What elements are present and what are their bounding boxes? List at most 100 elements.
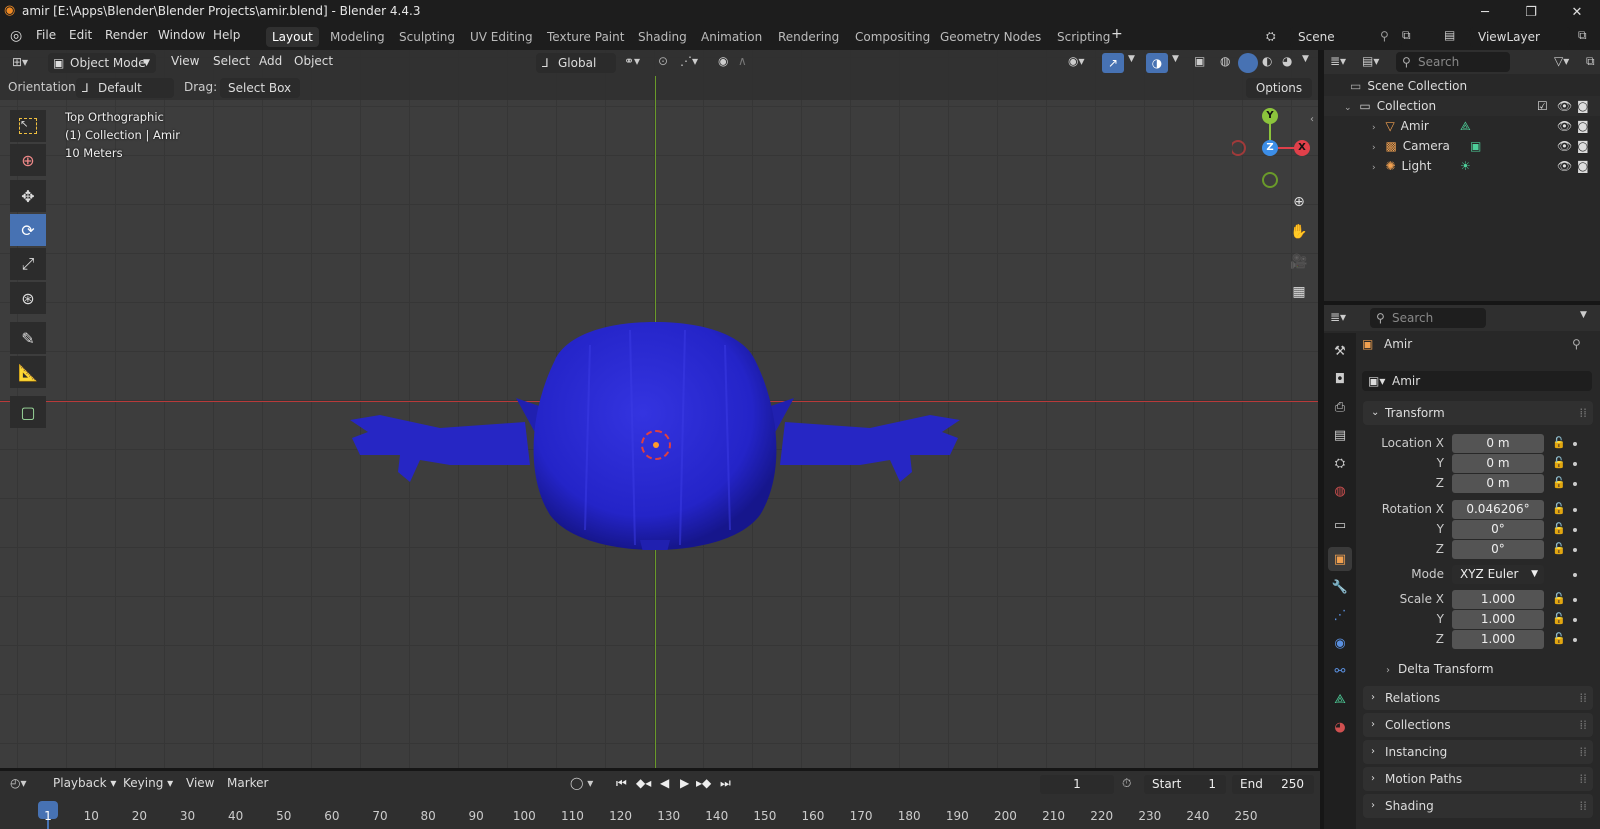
tab-animation[interactable]: Animation	[695, 27, 768, 47]
rotation-z-field[interactable]: 0°	[1452, 540, 1544, 559]
instancing-panel-header[interactable]: › Instancing ⁞⁞	[1363, 740, 1593, 764]
gizmo-y-axis[interactable]: Y	[1262, 108, 1278, 124]
location-x-field[interactable]: 0 m	[1452, 434, 1544, 453]
output-tab-icon[interactable]: ⎙	[1328, 395, 1352, 419]
new-view-layer-icon[interactable]: ⧉	[1578, 28, 1587, 43]
collections-panel-header[interactable]: › Collections ⁞⁞	[1363, 713, 1593, 737]
menu-edit[interactable]: Edit	[66, 28, 95, 42]
tab-geometry-nodes[interactable]: Geometry Nodes	[934, 27, 1047, 47]
overlays-toggle-icon[interactable]: ◑	[1146, 53, 1168, 73]
gizmo-toggle-icon[interactable]: ↗	[1102, 53, 1124, 73]
material-tab-icon[interactable]: ◕	[1328, 715, 1352, 739]
material-shading-icon[interactable]: ◐	[1262, 54, 1272, 68]
display-mode-icon[interactable]: ▤▾	[1362, 54, 1379, 68]
exclude-checkbox[interactable]: ☑	[1537, 96, 1548, 116]
annotate-tool[interactable]: ✎	[10, 322, 46, 354]
scale-x-field[interactable]: 1.000	[1452, 590, 1544, 609]
tab-scripting[interactable]: Scripting	[1051, 27, 1116, 47]
proportional-edit-icon[interactable]: ◉	[718, 54, 728, 68]
view-menu[interactable]: View	[183, 776, 217, 790]
keyframe-dot[interactable]	[1573, 573, 1577, 577]
relations-panel-header[interactable]: › Relations ⁞⁞	[1363, 686, 1593, 710]
render-camera-icon[interactable]: ◙	[1577, 136, 1589, 156]
location-z-field[interactable]: 0 m	[1452, 474, 1544, 493]
menu-file[interactable]: File	[33, 28, 59, 42]
eye-icon[interactable]: 👁	[1557, 156, 1572, 176]
add-cube-tool[interactable]: ▢	[10, 396, 46, 428]
tab-layout[interactable]: Layout	[266, 27, 319, 47]
keyframe-dot[interactable]	[1573, 442, 1577, 446]
lock-icon[interactable]: 🔓	[1552, 476, 1566, 489]
solid-shading-icon[interactable]	[1238, 53, 1258, 73]
render-camera-icon[interactable]: ◙	[1577, 116, 1589, 136]
lock-icon[interactable]: 🔓	[1552, 632, 1566, 645]
prev-keyframe-icon[interactable]: ◆◂	[636, 776, 651, 790]
xray-icon[interactable]: ▣	[1194, 54, 1205, 68]
play-reverse-icon[interactable]: ◀	[660, 776, 669, 790]
rotation-x-field[interactable]: 0.046206°	[1452, 500, 1544, 519]
camera-view-icon[interactable]: 🎥	[1285, 248, 1313, 276]
minimize-button[interactable]: ─	[1462, 0, 1508, 24]
eye-icon[interactable]: 👁	[1557, 136, 1572, 156]
keyframe-dot[interactable]	[1573, 638, 1577, 642]
scene-tab-icon[interactable]: ⛭	[1328, 451, 1352, 475]
rotation-y-field[interactable]: 0°	[1452, 520, 1544, 539]
cursor-tool[interactable]: ⊕	[10, 144, 46, 176]
menu-object[interactable]: Object	[291, 54, 336, 68]
drag-handle-icon[interactable]: ⁞⁞	[1579, 767, 1587, 791]
scale-z-field[interactable]: 1.000	[1452, 630, 1544, 649]
next-keyframe-icon[interactable]: ▸◆	[696, 776, 711, 790]
lock-icon[interactable]: 🔓	[1552, 502, 1566, 515]
keyframe-dot[interactable]	[1573, 482, 1577, 486]
keyframe-dot[interactable]	[1573, 598, 1577, 602]
drag-dropdown[interactable]: Select Box	[220, 78, 300, 98]
tool-tab-icon[interactable]: ⚒	[1328, 339, 1352, 363]
object-tab-icon[interactable]: ▣	[1328, 547, 1352, 571]
tab-compositing[interactable]: Compositing	[849, 27, 936, 47]
menu-select[interactable]: Select	[210, 54, 253, 68]
render-camera-icon[interactable]: ◙	[1577, 156, 1589, 176]
jump-start-icon[interactable]: ⏮	[616, 776, 627, 791]
tab-rendering[interactable]: Rendering	[772, 27, 845, 47]
orientation-dropdown[interactable]: ⅃ Default	[76, 78, 174, 98]
pin-scene-icon[interactable]: ⚲	[1380, 29, 1389, 43]
keyframe-dot[interactable]	[1573, 508, 1577, 512]
motion-paths-panel-header[interactable]: › Motion Paths ⁞⁞	[1363, 767, 1593, 791]
tab-modeling[interactable]: Modeling	[324, 27, 391, 47]
move-tool[interactable]: ✥	[10, 180, 46, 212]
keyframe-dot[interactable]	[1573, 618, 1577, 622]
close-button[interactable]: ✕	[1554, 0, 1600, 24]
eye-icon[interactable]: 👁	[1557, 116, 1572, 136]
new-scene-icon[interactable]: ⧉	[1402, 28, 1411, 43]
chevron-down-icon[interactable]: ▼	[1580, 310, 1587, 320]
scale-y-field[interactable]: 1.000	[1452, 610, 1544, 629]
pan-hand-icon[interactable]: ✋	[1285, 218, 1313, 246]
outliner-search-input[interactable]: ⚲ Search	[1396, 52, 1510, 72]
view-layer-selector[interactable]: ViewLayer	[1470, 27, 1570, 47]
rendered-shading-icon[interactable]: ◕	[1282, 54, 1292, 68]
menu-view[interactable]: View	[168, 54, 202, 68]
drag-handle-icon[interactable]: ⁞⁞	[1579, 401, 1587, 425]
physics-tab-icon[interactable]: ◉	[1328, 631, 1352, 655]
expand-arrow-icon[interactable]: ›	[1372, 163, 1376, 173]
zoom-icon[interactable]: ⊕	[1285, 188, 1313, 216]
overlays-menu-icon[interactable]: ▼	[1172, 54, 1179, 64]
constraints-tab-icon[interactable]: ⚯	[1328, 659, 1352, 683]
pivot-point-icon[interactable]: ⚭▾	[624, 54, 640, 68]
keying-menu[interactable]: Keying ▾	[120, 776, 176, 790]
transform-panel-header[interactable]: ⌄ Transform ⁞⁞	[1363, 401, 1593, 425]
drag-handle-icon[interactable]: ⁞⁞	[1579, 794, 1587, 818]
outliner-editor-icon[interactable]: ≣▾	[1330, 54, 1346, 68]
keyframe-dot[interactable]	[1573, 548, 1577, 552]
transform-tool[interactable]: ⊛	[10, 282, 46, 314]
maximize-button[interactable]: ❐	[1508, 0, 1554, 24]
expand-arrow-icon[interactable]: ›	[1372, 143, 1376, 153]
render-camera-icon[interactable]: ◙	[1577, 96, 1589, 116]
tab-sculpting[interactable]: Sculpting	[393, 27, 461, 47]
new-collection-icon[interactable]: ⧉	[1586, 54, 1595, 69]
play-icon[interactable]: ▶	[680, 776, 689, 790]
drag-handle-icon[interactable]: ⁞⁞	[1579, 740, 1587, 764]
playback-menu[interactable]: Playback ▾	[50, 776, 119, 790]
rotation-mode-dropdown[interactable]: XYZ Euler ▼	[1452, 565, 1544, 584]
lock-icon[interactable]: 🔓	[1552, 456, 1566, 469]
